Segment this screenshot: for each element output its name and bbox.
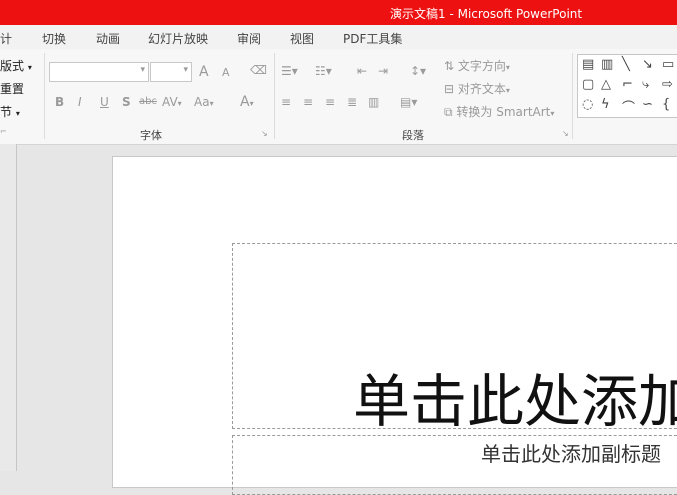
char-spacing-label: AV: [162, 95, 178, 109]
divider: [44, 53, 45, 139]
italic-button[interactable]: I: [78, 95, 82, 109]
section-button[interactable]: 节 ▾: [0, 103, 20, 120]
thumbnail-pane[interactable]: [0, 144, 17, 471]
font-group-label: 字体: [140, 129, 162, 142]
text-direction-icon: ⇅: [444, 59, 455, 73]
layout-label: 版式: [0, 59, 25, 73]
slide-canvas[interactable]: 单击此处添加标题 单击此处添加副标题: [112, 156, 677, 495]
shapes-gallery[interactable]: ▤ ▥ ╲ ↘ ▭ ▢ △ ⌐ ⤷ ⇨ ◌ ϟ ⌒ ∽ {: [577, 54, 677, 118]
chevron-down-icon: ▾: [140, 65, 145, 75]
smartart-icon: ⧉: [444, 105, 453, 119]
font-size-combo[interactable]: ▾: [150, 62, 192, 82]
freeform-shape-icon[interactable]: ◌: [582, 97, 593, 112]
increase-indent-icon[interactable]: ⇥: [378, 64, 388, 78]
title-placeholder[interactable]: 单击此处添加标题: [232, 243, 677, 429]
underline-button[interactable]: U: [100, 95, 109, 109]
tab-animations[interactable]: 动画: [96, 30, 120, 47]
align-text-icon: ⊟: [444, 82, 455, 96]
subtitle-placeholder-text[interactable]: 单击此处添加副标题: [481, 438, 661, 467]
window-title: 演示文稿1 - Microsoft PowerPoint: [390, 7, 583, 21]
font-name-combo[interactable]: ▾: [49, 62, 149, 82]
distributed-icon[interactable]: ▥: [368, 95, 379, 109]
triangle-shape-icon[interactable]: △: [601, 77, 611, 92]
line-spacing-icon[interactable]: ↕▾: [410, 64, 426, 78]
textbox-shape-icon[interactable]: ▤: [582, 57, 594, 72]
right-arrow-shape-icon[interactable]: ⇨: [662, 77, 673, 92]
chevron-down-icon: ▾: [183, 65, 188, 75]
rectangle-shape-icon[interactable]: ▭: [662, 57, 674, 72]
layout-button[interactable]: 版式 ▾: [0, 57, 32, 74]
text-direction-button[interactable]: ⇅ 文字方向▾: [444, 57, 510, 74]
shrink-font-button[interactable]: A: [222, 66, 230, 79]
curve-shape-icon[interactable]: ∽: [642, 97, 653, 112]
chevron-down-icon: ▾: [505, 63, 510, 72]
subtitle-placeholder[interactable]: 单击此处添加副标题: [232, 435, 677, 495]
font-color-button[interactable]: A▾: [240, 94, 254, 110]
section-label: 节: [0, 105, 13, 119]
line-shape-icon[interactable]: ╲: [622, 57, 630, 72]
columns-icon[interactable]: ▤▾: [400, 95, 417, 109]
tab-design[interactable]: 计: [0, 30, 12, 47]
chevron-down-icon: ▾: [177, 99, 182, 108]
shadow-button[interactable]: S: [122, 95, 131, 109]
brace-shape-icon[interactable]: {: [662, 97, 670, 112]
tab-review[interactable]: 审阅: [237, 30, 261, 47]
elbow-connector-shape-icon[interactable]: ⌐: [622, 77, 633, 92]
font-color-label: A: [240, 94, 250, 110]
align-text-label: 对齐文本: [457, 82, 506, 96]
title-bar: 演示文稿1 - Microsoft PowerPoint: [0, 0, 677, 25]
align-text-button[interactable]: ⊟ 对齐文本▾: [444, 80, 510, 97]
bold-button[interactable]: B: [55, 95, 64, 109]
group-mark: ⌐: [0, 127, 7, 136]
justify-icon[interactable]: ≣: [347, 95, 357, 109]
divider: [572, 53, 573, 139]
scribble-shape-icon[interactable]: ϟ: [601, 97, 610, 112]
tab-pdf-tools[interactable]: PDF工具集: [343, 30, 402, 47]
arrow-line-shape-icon[interactable]: ↘: [642, 57, 653, 72]
chevron-down-icon: ▾: [209, 99, 214, 108]
divider: [274, 53, 275, 139]
grow-font-button[interactable]: A: [199, 64, 209, 80]
chevron-down-icon: ▾: [550, 109, 555, 118]
rounded-rectangle-shape-icon[interactable]: ▢: [582, 77, 594, 92]
align-left-icon[interactable]: ≡: [281, 95, 291, 109]
ribbon-tabs: 计 切换 动画 幻灯片放映 审阅 视图 PDF工具集: [0, 25, 677, 49]
convert-smartart-button[interactable]: ⧉ 转换为 SmartArt▾: [444, 103, 554, 120]
text-direction-label: 文字方向: [457, 59, 506, 73]
align-right-icon[interactable]: ≡: [325, 95, 335, 109]
tab-view[interactable]: 视图: [290, 30, 314, 47]
paragraph-dialog-launcher-icon[interactable]: ↘: [562, 129, 569, 138]
chevron-down-icon: ▾: [249, 99, 254, 108]
chevron-down-icon: ▾: [15, 109, 20, 118]
change-case-button[interactable]: Aa▾: [194, 95, 214, 109]
elbow-arrow-shape-icon[interactable]: ⤷: [642, 77, 649, 92]
char-spacing-button[interactable]: AV▾: [162, 95, 182, 109]
ribbon: 版式 ▾ 重置 节 ▾ ⌐ ▾ ▾ A A ⌫ B I U S abc AV▾ …: [0, 49, 677, 145]
arc-shape-icon[interactable]: ⌒: [622, 97, 635, 116]
bullets-icon[interactable]: ☰▾: [281, 64, 298, 78]
vertical-textbox-shape-icon[interactable]: ▥: [601, 57, 613, 72]
clear-format-icon[interactable]: ⌫: [250, 63, 267, 77]
numbering-icon[interactable]: ☷▾: [315, 64, 332, 78]
convert-smartart-label: 转换为 SmartArt: [456, 105, 551, 119]
chevron-down-icon: ▾: [505, 86, 510, 95]
font-dialog-launcher-icon[interactable]: ↘: [261, 129, 268, 138]
paragraph-group-label: 段落: [402, 129, 424, 142]
tab-transitions[interactable]: 切换: [42, 30, 66, 47]
tab-slideshow[interactable]: 幻灯片放映: [148, 30, 208, 47]
strikethrough-button[interactable]: abc: [139, 96, 157, 107]
align-center-icon[interactable]: ≡: [303, 95, 313, 109]
title-placeholder-text[interactable]: 单击此处添加标题: [353, 356, 677, 428]
change-case-label: Aa: [194, 95, 210, 109]
chevron-down-icon: ▾: [27, 63, 32, 72]
reset-button[interactable]: 重置: [0, 80, 24, 97]
decrease-indent-icon[interactable]: ⇤: [357, 64, 367, 78]
